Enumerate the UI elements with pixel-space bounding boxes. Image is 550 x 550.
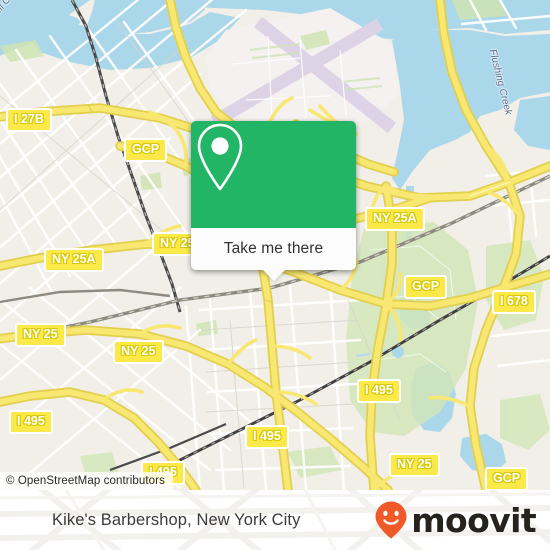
road-shield: I 678 xyxy=(492,290,536,314)
road-shield: GCP xyxy=(124,138,168,162)
road-shield: GCP xyxy=(404,275,448,299)
road-shield: GCP xyxy=(485,467,529,490)
popup-pointer-notch xyxy=(262,270,285,281)
road-shield: I 495 xyxy=(357,379,401,403)
road-shield: NY 25 xyxy=(389,453,440,477)
moovit-logo[interactable]: moovit xyxy=(374,490,537,550)
road-shield: I 495 xyxy=(245,425,289,449)
popup-card-action[interactable]: Take me there xyxy=(191,228,356,281)
road-shield: NY 25 xyxy=(113,340,164,364)
road-shield: I 27B xyxy=(6,108,52,132)
location-popup-card[interactable]: Take me there xyxy=(191,121,356,281)
location-pin-icon xyxy=(197,123,243,191)
map-canvas[interactable]: Hell Gate Flushing Creek I 27BGCPNY 25AN… xyxy=(0,0,550,490)
take-me-there-label: Take me there xyxy=(223,240,324,257)
osm-attribution[interactable]: © OpenStreetMap contributors xyxy=(0,472,173,490)
moovit-smiley-pin-icon xyxy=(375,501,407,539)
road-shield: I 495 xyxy=(9,410,53,434)
road-shield: NY 25 xyxy=(15,323,66,347)
moovit-wordmark: moovit xyxy=(411,500,536,540)
road-shield: NY 25A xyxy=(44,248,104,272)
road-shield: NY 25A xyxy=(365,207,425,231)
moovit-map-page: Hell Gate Flushing Creek I 27BGCPNY 25AN… xyxy=(0,0,550,550)
place-title: Kike's Barbershop, New York City xyxy=(52,511,301,529)
popup-card-header xyxy=(191,121,356,228)
footer-bar: Kike's Barbershop, New York City moovit xyxy=(0,490,550,550)
